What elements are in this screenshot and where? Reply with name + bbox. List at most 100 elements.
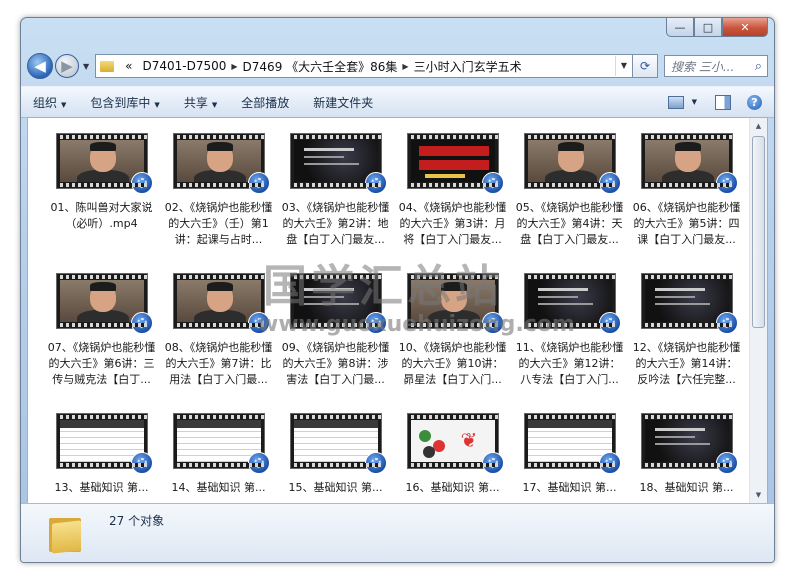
file-name: 07、《烧锅炉也能秒懂的大六壬》第6讲：三传与贼克法【白丁...: [47, 341, 156, 386]
media-player-icon: [130, 312, 153, 334]
video-thumbnail: [55, 133, 153, 194]
help-icon[interactable]: ?: [747, 94, 762, 110]
media-player-icon: [130, 172, 153, 194]
view-dropdown-icon[interactable]: ▼: [692, 98, 697, 106]
details-pane: 27 个对象: [21, 503, 774, 562]
change-view-icon[interactable]: [667, 95, 684, 109]
video-thumbnail: [55, 413, 153, 474]
media-player-icon: [364, 452, 387, 474]
media-player-icon: [247, 172, 270, 194]
media-player-icon: [130, 452, 153, 474]
video-thumbnail: [523, 413, 621, 474]
file-item[interactable]: 06、《烧锅炉也能秒懂的大六壬》第5讲：四课【白丁入门最友...: [630, 133, 743, 273]
file-name: 14、基础知识 第...: [171, 481, 266, 494]
file-name: 18、基础知识 第...: [639, 481, 734, 494]
breadcrumb-separator-icon[interactable]: ▶: [402, 62, 408, 71]
file-item[interactable]: 11、《烧锅炉也能秒懂的大六壬》第12讲：八专法【白丁入门...: [513, 273, 626, 413]
navigation-bar: ◀ ▶ ▼ « D7401-D7500 ▶ D7469 《大六壬全套》86集 ▶…: [27, 52, 768, 80]
share-menu[interactable]: 共享 ▼: [172, 94, 229, 111]
preview-pane-icon[interactable]: [715, 94, 731, 110]
file-name: 10、《烧锅炉也能秒懂的大六壬》第10讲：昴星法【白丁入门...: [398, 341, 507, 386]
search-icon[interactable]: ⌕: [755, 59, 762, 74]
breadcrumb-item[interactable]: D7401-D7500: [143, 59, 227, 73]
include-in-library-label: 包含到库中: [90, 95, 151, 110]
address-bar[interactable]: « D7401-D7500 ▶ D7469 《大六壬全套》86集 ▶ 三小时入门…: [95, 54, 633, 78]
dropdown-arrow-icon: ▼: [61, 100, 67, 109]
media-player-icon: [481, 172, 504, 194]
file-name: 11、《烧锅炉也能秒懂的大六壬》第12讲：八专法【白丁入门...: [515, 341, 624, 386]
video-thumbnail: [172, 413, 270, 474]
include-in-library-menu[interactable]: 包含到库中 ▼: [78, 94, 171, 111]
forward-button[interactable]: ▶: [55, 54, 79, 78]
file-item[interactable]: 12、《烧锅炉也能秒懂的大六壬》第14讲：反吟法【六任完整...: [630, 273, 743, 413]
scroll-up-icon[interactable]: ▲: [750, 118, 767, 134]
media-player-icon: [715, 172, 738, 194]
recent-pages-dropdown[interactable]: ▼: [83, 62, 89, 71]
vertical-scrollbar[interactable]: ▲ ▼: [749, 118, 767, 503]
file-name: 12、《烧锅炉也能秒懂的大六壬》第14讲：反吟法【六任完整...: [632, 341, 741, 386]
file-item[interactable]: 14、基础知识 第...: [162, 413, 275, 503]
video-thumbnail: ❦: [406, 413, 504, 474]
file-item[interactable]: 18、基础知识 第...: [630, 413, 743, 503]
video-thumbnail: [289, 413, 387, 474]
file-name: 15、基础知识 第...: [288, 481, 383, 494]
media-player-icon: [598, 312, 621, 334]
file-item[interactable]: 13、基础知识 第...: [45, 413, 158, 503]
media-player-icon: [598, 452, 621, 474]
refresh-button[interactable]: ⟳: [633, 54, 658, 78]
file-name: 06、《烧锅炉也能秒懂的大六壬》第5讲：四课【白丁入门最友...: [632, 201, 741, 246]
file-item[interactable]: 15、基础知识 第...: [279, 413, 392, 503]
video-thumbnail: [523, 133, 621, 194]
file-name: 04、《烧锅炉也能秒懂的大六壬》第3讲：月将【白丁入门最友...: [398, 201, 507, 246]
file-name: 05、《烧锅炉也能秒懂的大六壬》第4讲：天盘【白丁入门最友...: [515, 201, 624, 246]
media-player-icon: [598, 172, 621, 194]
video-thumbnail: [172, 133, 270, 194]
breadcrumb-overflow[interactable]: «: [125, 59, 132, 73]
share-label: 共享: [183, 95, 208, 110]
file-name: 16、基础知识 第...: [405, 481, 500, 494]
file-item[interactable]: 08、《烧锅炉也能秒懂的大六壬》第7讲：比用法【白丁入门最...: [162, 273, 275, 413]
organize-menu[interactable]: 组织 ▼: [21, 94, 78, 111]
file-item[interactable]: 01、陈叫兽对大家说（必听）.mp4: [45, 133, 158, 273]
folder-icon: [100, 60, 115, 72]
file-item[interactable]: 17、基础知识 第...: [513, 413, 626, 503]
scrollbar-thumb[interactable]: [752, 136, 765, 328]
video-thumbnail: [640, 133, 738, 194]
media-player-icon: [364, 172, 387, 194]
search-input[interactable]: 搜索 三小... ⌕: [664, 55, 768, 77]
minimize-button[interactable]: —: [666, 18, 694, 37]
file-item[interactable]: 05、《烧锅炉也能秒懂的大六壬》第4讲：天盘【白丁入门最友...: [513, 133, 626, 273]
close-button[interactable]: ✕: [722, 18, 768, 37]
file-item[interactable]: ❦ 16、基础知识 第...: [396, 413, 509, 503]
command-bar: 组织 ▼ 包含到库中 ▼ 共享 ▼ 全部播放 新建文件夹 ▼ ?: [21, 86, 774, 118]
item-count: 27 个对象: [109, 514, 165, 528]
video-thumbnail: [640, 273, 738, 334]
media-player-icon: [247, 452, 270, 474]
breadcrumb-item[interactable]: D7469 《大六壬全套》86集: [243, 58, 398, 75]
file-name: 03、《烧锅炉也能秒懂的大六壬》第2讲：地盘【白丁入门最友...: [281, 201, 390, 246]
media-player-icon: [481, 452, 504, 474]
folder-icon: [49, 512, 81, 554]
address-dropdown[interactable]: ▼: [615, 56, 632, 76]
breadcrumb-separator-icon[interactable]: ▶: [231, 62, 237, 71]
file-item[interactable]: 02、《烧锅炉也能秒懂的大六壬》（壬）第1讲：起课与占时...: [162, 133, 275, 273]
new-folder-button[interactable]: 新建文件夹: [301, 94, 385, 111]
breadcrumb-item[interactable]: 三小时入门玄学五术: [414, 58, 522, 75]
video-thumbnail: [640, 413, 738, 474]
file-name: 02、《烧锅炉也能秒懂的大六壬》（壬）第1讲：起课与占时...: [164, 201, 273, 246]
play-all-button[interactable]: 全部播放: [229, 94, 301, 111]
scroll-down-icon[interactable]: ▼: [750, 487, 767, 503]
search-placeholder: 搜索 三小...: [671, 59, 735, 74]
file-name: 08、《烧锅炉也能秒懂的大六壬》第7讲：比用法【白丁入门最...: [164, 341, 273, 386]
file-name: 09、《烧锅炉也能秒懂的大六壬》第8讲：涉害法【白丁入门最...: [281, 341, 390, 386]
forward-arrow-icon: ▶: [61, 57, 73, 75]
dropdown-arrow-icon: ▼: [154, 100, 160, 109]
explorer-window: — □ ✕ ◀ ▶ ▼ « D7401-D7500 ▶ D7469 《大六壬全套…: [20, 17, 775, 563]
file-item[interactable]: 07、《烧锅炉也能秒懂的大六壬》第6讲：三传与贼克法【白丁...: [45, 273, 158, 413]
organize-label: 组织: [33, 95, 58, 110]
maximize-button[interactable]: □: [694, 18, 722, 37]
media-player-icon: [715, 312, 738, 334]
file-name: 13、基础知识 第...: [54, 481, 149, 494]
back-button[interactable]: ◀: [27, 53, 53, 79]
caption-buttons: — □ ✕: [666, 18, 768, 37]
